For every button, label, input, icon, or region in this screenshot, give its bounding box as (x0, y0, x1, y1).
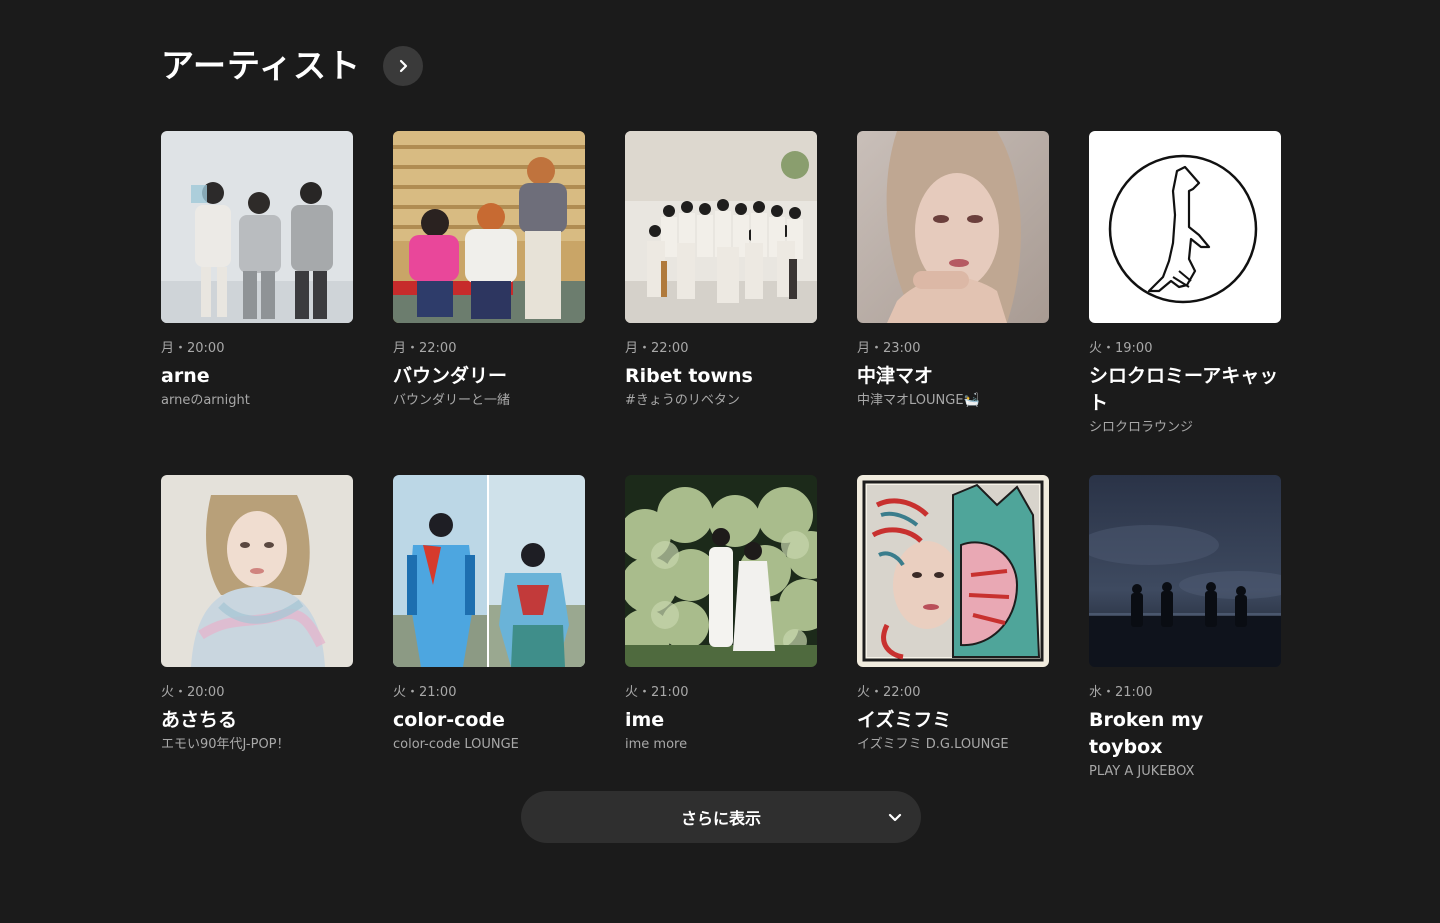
program-name: PLAY A JUKEBOX (1089, 764, 1195, 779)
schedule-label: 月・20:00 (161, 341, 225, 356)
program-name: color-code LOUNGE (393, 737, 519, 752)
artist-artwork (857, 475, 1049, 667)
artist-name: Ribet towns (625, 365, 753, 387)
program-name: イズミフミ D.G.LOUNGE (857, 737, 1009, 752)
artist-card[interactable]: 月・23:00 中津マオ 中津マオLOUNGE🛀 (857, 131, 1049, 475)
artist-photo (161, 475, 353, 667)
program-name: ime more (625, 737, 688, 752)
artist-name: arne (161, 365, 210, 387)
artist-grid: 月・20:00 arne arneのarnight 月・22:00 バウンダリー… (161, 131, 1281, 779)
see-all-button[interactable] (383, 46, 424, 86)
chevron-right-icon (399, 59, 408, 73)
artist-card[interactable]: 月・22:00 バウンダリー バウンダリーと一緒 (393, 131, 585, 475)
schedule-label: 火・21:00 (393, 685, 457, 700)
schedule-label: 火・21:00 (625, 685, 689, 700)
schedule-label: 火・22:00 (857, 685, 921, 700)
artist-name: color-code (393, 709, 505, 731)
show-more-label: さらに表示 (680, 809, 761, 828)
artist-name: ime (625, 709, 665, 731)
artist-card[interactable]: 火・21:00 color-code color-code LOUNGE (393, 475, 585, 775)
artist-card[interactable]: 火・21:00 ime ime more (625, 475, 817, 775)
artist-card[interactable]: 月・22:00 Ribet towns #きょうのリベタン (625, 131, 817, 475)
program-name: #きょうのリベタン (625, 393, 740, 408)
artist-card[interactable]: 火・22:00 イズミフミ イズミフミ D.G.LOUNGE (857, 475, 1049, 775)
artist-card[interactable]: 水・21:00 Broken my toybox PLAY A JUKEBOX (1089, 475, 1281, 779)
artist-photo (625, 131, 817, 323)
schedule-label: 月・22:00 (393, 341, 457, 356)
artist-photo (161, 131, 353, 323)
artist-card[interactable]: 月・20:00 arne arneのarnight (161, 131, 353, 475)
section-title: アーティスト (161, 46, 362, 85)
artist-name: 中津マオ (857, 365, 934, 387)
artist-name: Broken my toybox (1089, 709, 1204, 758)
artist-photo (625, 475, 817, 667)
artist-card[interactable]: 火・20:00 あさちる エモい90年代J-POP！ (161, 475, 353, 775)
artist-photo (857, 131, 1049, 323)
artist-photo (1089, 475, 1281, 667)
artist-name: イズミフミ (857, 709, 952, 731)
section-header: アーティスト (161, 44, 424, 88)
program-name: バウンダリーと一緒 (393, 393, 511, 408)
schedule-label: 水・21:00 (1089, 685, 1153, 700)
schedule-label: 月・22:00 (625, 341, 689, 356)
schedule-label: 火・19:00 (1089, 341, 1153, 356)
schedule-label: 火・20:00 (161, 685, 225, 700)
artist-card[interactable]: 火・19:00 シロクロミーアキャット シロクロラウンジ (1089, 131, 1281, 475)
artist-photo (393, 131, 585, 323)
artist-name: あさちる (161, 709, 238, 731)
show-more-button[interactable]: さらに表示 (521, 791, 921, 843)
program-name: 中津マオLOUNGE🛀 (857, 393, 980, 408)
program-name: エモい90年代J-POP！ (161, 737, 290, 752)
program-name: シロクロラウンジ (1089, 420, 1194, 435)
artist-name: シロクロミーアキャット (1089, 365, 1279, 414)
chevron-down-icon (888, 813, 902, 822)
artist-logo (1089, 131, 1281, 323)
artist-name: バウンダリー (393, 365, 508, 387)
schedule-label: 月・23:00 (857, 341, 921, 356)
program-name: arneのarnight (161, 393, 250, 408)
artist-photo (393, 475, 585, 667)
